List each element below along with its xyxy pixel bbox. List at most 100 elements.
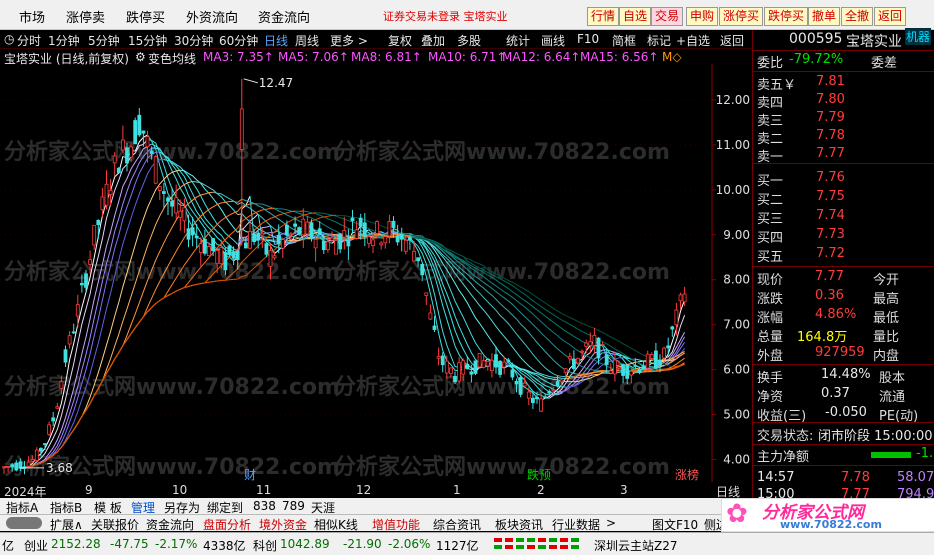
- candle-body: [63, 349, 68, 363]
- quick-limit-down-buy-button[interactable]: 跌停买: [764, 7, 809, 26]
- toolbar-back-button[interactable]: 返回: [720, 32, 744, 49]
- tab-market-analysis[interactable]: 盘面分析: [203, 516, 251, 533]
- candle-body: [317, 228, 322, 235]
- quote-value: 0.36: [815, 288, 844, 303]
- tab-sector-news[interactable]: 板块资讯: [495, 516, 543, 533]
- buy-level-price[interactable]: 7.72: [816, 246, 845, 261]
- candle-body: [498, 360, 503, 375]
- fundamental-value: -0.050: [825, 405, 867, 420]
- candle-body: [506, 359, 511, 362]
- ma-more-value: M◇: [662, 50, 682, 64]
- period-5min[interactable]: 5分钟: [88, 32, 120, 49]
- period-daily[interactable]: 日线: [264, 32, 288, 49]
- indicator-gear-icon[interactable]: ⚙: [135, 50, 146, 64]
- mark-button[interactable]: 标记: [647, 32, 671, 49]
- menu-foreign-flow[interactable]: 外资流向: [186, 7, 238, 26]
- simple-frame-button[interactable]: 简框: [612, 32, 636, 49]
- sell-level-price[interactable]: 7.81: [816, 74, 845, 89]
- quick-cancel-all-button[interactable]: 全撤: [841, 7, 874, 26]
- candle-body: [362, 222, 367, 237]
- quick-cancel-button[interactable]: 撤单: [808, 7, 841, 26]
- candle-body: [461, 360, 466, 375]
- y-tick-label: 9.00: [723, 228, 750, 242]
- candle-body: [502, 361, 507, 368]
- tab-offshore-funds[interactable]: 境外资金: [259, 516, 307, 533]
- buy-level-label: 买三: [757, 212, 784, 227]
- stock-code: 000595: [789, 31, 843, 47]
- tab-789[interactable]: 789: [282, 499, 305, 513]
- quick-quotes-button[interactable]: 行情: [587, 7, 620, 26]
- buy-level-price[interactable]: 7.75: [816, 189, 845, 204]
- tab-similar-kline[interactable]: 相似K线: [314, 516, 358, 533]
- tab-f10[interactable]: 图文F10: [652, 516, 698, 533]
- candle-body: [18, 461, 23, 469]
- menu-limit-up-sell[interactable]: 涨停卖: [66, 7, 105, 26]
- kline-chart[interactable]: 分析家公式网www.70822.com分析家公式网www.70822.com分析…: [0, 64, 752, 482]
- kechuang-change: -21.90: [343, 537, 382, 551]
- tab-more-arrow[interactable]: >: [606, 516, 616, 530]
- candle-body: [96, 220, 101, 226]
- tab-value-added[interactable]: 增值功能: [372, 516, 420, 533]
- quick-back-button[interactable]: 返回: [874, 7, 907, 26]
- tab-news[interactable]: 综合资讯: [433, 516, 481, 533]
- candle-body: [239, 108, 244, 150]
- period-30min[interactable]: 30分钟: [174, 32, 213, 49]
- candle-body: [161, 191, 166, 194]
- overlay-button[interactable]: 叠加: [421, 32, 445, 49]
- multi-stock-button[interactable]: 多股: [457, 32, 481, 49]
- server-name[interactable]: 深圳云主站Z27: [594, 537, 678, 554]
- sell-level-price[interactable]: 7.79: [816, 110, 845, 125]
- menu-market[interactable]: 市场: [19, 7, 45, 26]
- menu-limit-down-buy[interactable]: 跌停买: [126, 7, 165, 26]
- sell-level-price[interactable]: 7.80: [816, 92, 845, 107]
- quick-limit-up-buy-button[interactable]: 涨停买: [719, 7, 764, 26]
- draw-line-button[interactable]: 画线: [541, 32, 565, 49]
- period-intraday[interactable]: 分时: [17, 32, 41, 49]
- quote-label: 涨幅: [757, 311, 784, 326]
- quick-watchlist-button[interactable]: 自选: [619, 7, 652, 26]
- candle-body: [666, 345, 671, 349]
- quote-label-secondary: 最低: [873, 311, 900, 326]
- y-tick-label: 6.00: [723, 363, 750, 377]
- period-weekly[interactable]: 周线: [295, 32, 319, 49]
- adjust-button[interactable]: 复权: [388, 32, 412, 49]
- breadth-bar: [527, 545, 535, 549]
- event-marker: 涨榜: [675, 467, 699, 482]
- quote-label-secondary: 最高: [873, 292, 900, 307]
- sell-level-price[interactable]: 7.77: [816, 146, 845, 161]
- tab-related-quotes[interactable]: 关联报价: [91, 516, 139, 533]
- sell-level-price[interactable]: 7.78: [816, 128, 845, 143]
- robot-label[interactable]: 机器: [905, 28, 932, 45]
- candle-body: [395, 235, 400, 243]
- candle-body: [572, 358, 576, 369]
- period-1min[interactable]: 1分钟: [48, 32, 80, 49]
- candle-body: [514, 381, 519, 385]
- quick-ipo-button[interactable]: 申购: [686, 7, 719, 26]
- toggle-switch[interactable]: [6, 517, 42, 529]
- tab-capital-flow[interactable]: 资金流向: [146, 516, 194, 533]
- buy-level-price[interactable]: 7.74: [816, 208, 845, 223]
- menu-capital-flow[interactable]: 资金流向: [258, 7, 310, 26]
- quick-trade-button[interactable]: 交易: [651, 7, 684, 26]
- ma3-value: MA3: 7.35↑: [203, 50, 274, 64]
- f10-button[interactable]: F10: [577, 32, 599, 46]
- tab-838[interactable]: 838: [253, 499, 276, 513]
- buy-level-price[interactable]: 7.76: [816, 170, 845, 185]
- ma8-value: MA8: 6.81↑: [351, 50, 422, 64]
- candle-body: [649, 353, 654, 359]
- candle-body: [584, 342, 589, 347]
- tab-industry-data[interactable]: 行业数据: [552, 516, 600, 533]
- candle-body: [346, 240, 351, 247]
- add-watchlist-button[interactable]: +自选: [676, 32, 710, 49]
- tab-expand[interactable]: 扩展∧: [50, 516, 83, 533]
- period-60min[interactable]: 60分钟: [219, 32, 258, 49]
- candle-body: [674, 309, 679, 326]
- period-15min[interactable]: 15分钟: [128, 32, 167, 49]
- quote-value: 164.8万: [797, 330, 848, 345]
- period-more[interactable]: 更多 >: [330, 32, 368, 49]
- kechuang-value: 1042.89: [280, 537, 330, 551]
- stats-button[interactable]: 统计: [506, 32, 530, 49]
- x-label-2: 2: [537, 483, 545, 497]
- buy-level-price[interactable]: 7.73: [816, 227, 845, 242]
- candle-body: [588, 341, 593, 346]
